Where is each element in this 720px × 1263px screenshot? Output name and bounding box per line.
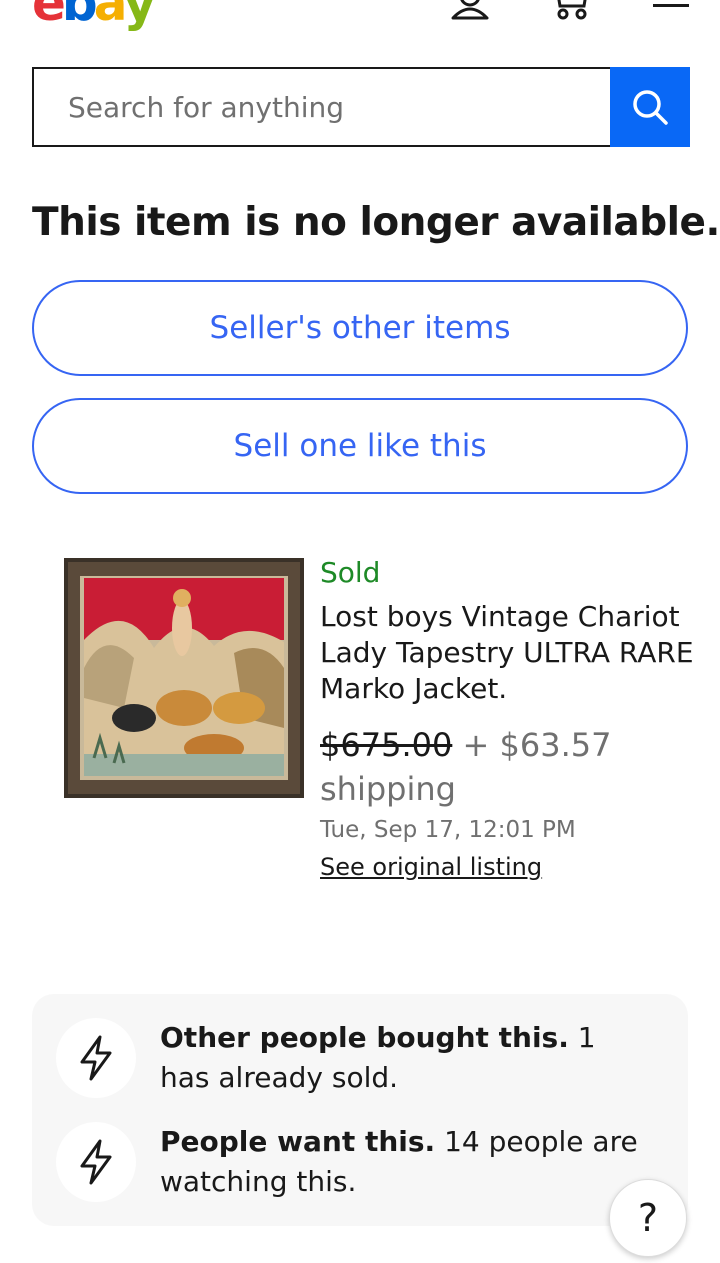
page-headline: This item is no longer available. bbox=[32, 200, 720, 245]
search-icon bbox=[633, 90, 668, 125]
lightning-icon bbox=[56, 1122, 136, 1202]
signal-text: Other people bought this. 1 has already … bbox=[160, 1018, 640, 1098]
signal-bold: Other people bought this. bbox=[160, 1021, 569, 1054]
item-price: $675.00 bbox=[320, 726, 453, 764]
search-button[interactable] bbox=[610, 67, 690, 147]
item-thumbnail[interactable] bbox=[64, 558, 304, 798]
cart-icon[interactable] bbox=[552, 0, 592, 22]
profile-icon[interactable] bbox=[450, 0, 490, 22]
item-title[interactable]: Lost boys Vintage Chariot Lady Tapestry … bbox=[320, 599, 700, 707]
sellers-other-items-button[interactable]: Seller's other items bbox=[32, 280, 688, 376]
signal-bold: People want this. bbox=[160, 1125, 436, 1158]
sell-one-like-this-button[interactable]: Sell one like this bbox=[32, 398, 688, 494]
logo-letter-e: e bbox=[32, 0, 66, 32]
sold-status: Sold bbox=[320, 556, 381, 589]
logo-letter-y: y bbox=[123, 0, 156, 32]
header: ebay bbox=[0, 0, 720, 40]
search-bar bbox=[32, 67, 690, 147]
sold-date: Tue, Sep 17, 12:01 PM bbox=[320, 817, 576, 843]
logo-letter-b: b bbox=[61, 0, 98, 32]
see-original-listing-link[interactable]: See original listing bbox=[320, 851, 542, 883]
signals-panel: Other people bought this. 1 has already … bbox=[32, 994, 688, 1226]
search-input[interactable] bbox=[68, 90, 610, 124]
menu-icon[interactable] bbox=[651, 0, 691, 22]
signal-text: People want this. 14 people are watching… bbox=[160, 1122, 640, 1202]
item-info: Sold Lost boys Vintage Chariot Lady Tape… bbox=[320, 556, 700, 883]
ebay-logo[interactable]: ebay bbox=[32, 0, 156, 32]
lightning-icon bbox=[56, 1018, 136, 1098]
price-line: $675.00 + $63.57 shipping bbox=[320, 723, 700, 811]
logo-letter-a: a bbox=[93, 0, 128, 32]
help-button[interactable]: ? bbox=[609, 1179, 687, 1257]
search-field-wrapper bbox=[32, 67, 610, 147]
